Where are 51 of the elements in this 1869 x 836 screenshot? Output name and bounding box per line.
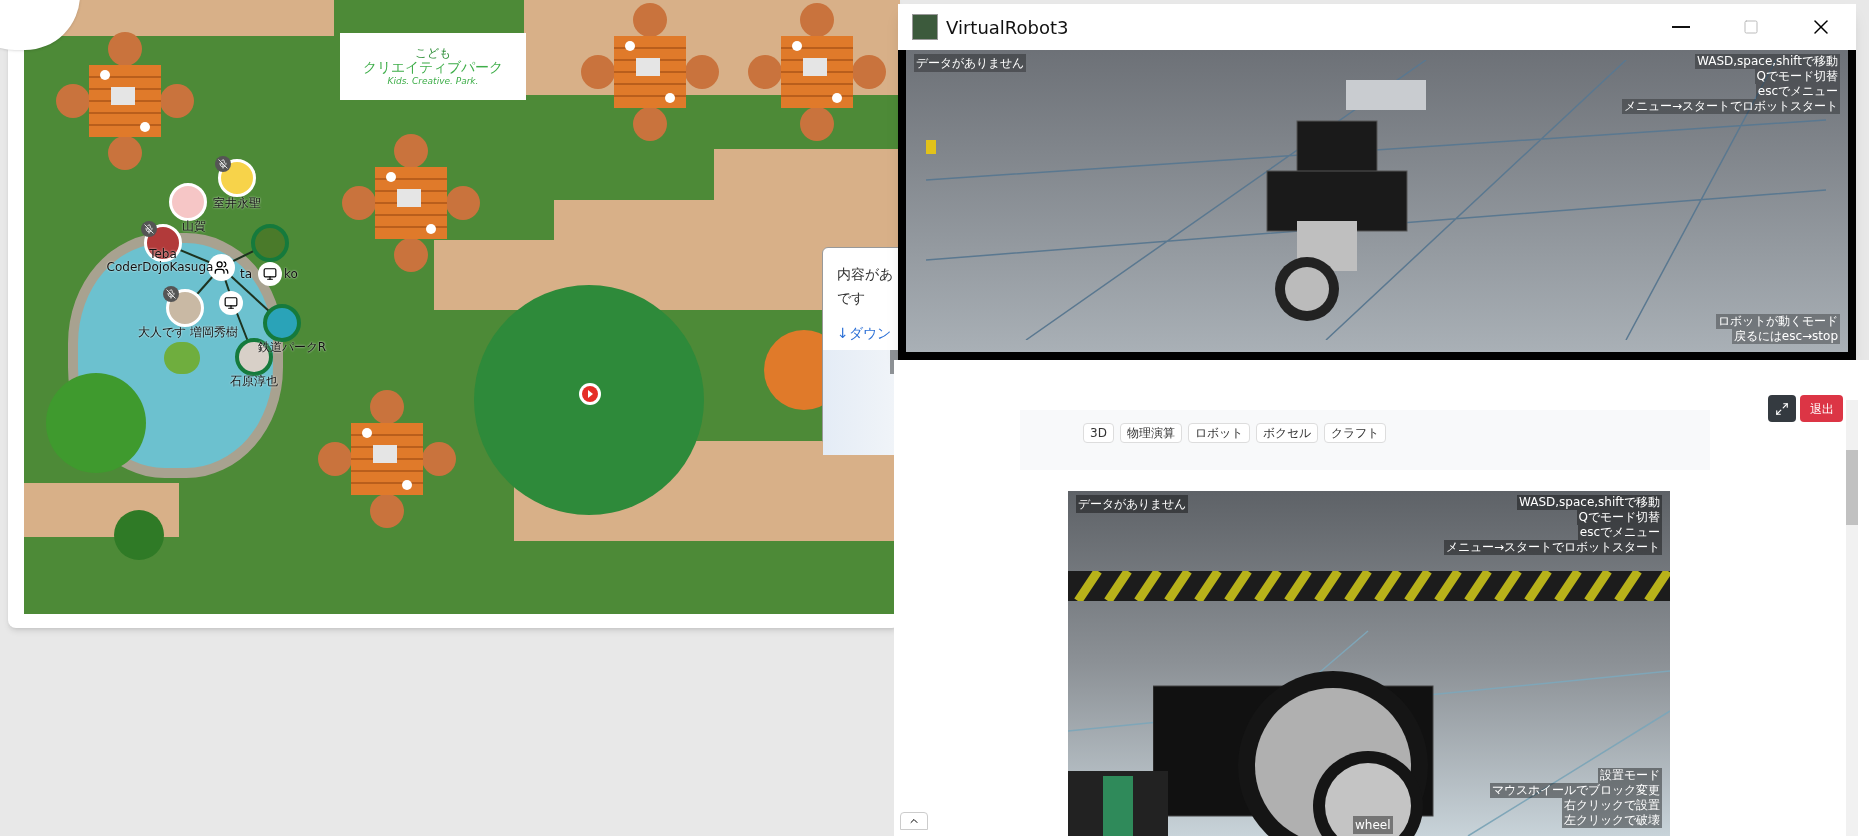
- download-link[interactable]: ↓ダウン: [837, 324, 891, 342]
- status-text: データがありません: [914, 54, 1026, 72]
- tag-button[interactable]: 物理演算: [1119, 423, 1182, 443]
- video-icon[interactable]: [579, 383, 601, 405]
- popup-text: 内容があ: [837, 265, 894, 284]
- help-text: メニュー→スタートでロボットスタート: [1621, 99, 1840, 114]
- help-text: Qでモード切替: [1754, 69, 1840, 84]
- mic-off-icon: [215, 156, 231, 172]
- minimize-icon: [1672, 26, 1690, 28]
- avatar-name: ko: [284, 268, 298, 280]
- expand-icon: [1775, 401, 1789, 416]
- game-view[interactable]: データがありません WASD,space,shiftで移動 Qでモード切替 escでメニュー メニュー→スタートでロボットスタート wheel 設置モード マウスホイールでブロック変更 右クリックで設置 左クリックで破壊: [1068, 491, 1670, 836]
- game-view[interactable]: データがありません WASD,space,shiftで移動 Qでモード切替 escでメニュー メニュー→スタートでロボットスタート ロボットが動くモード 戻るにはesc→stop: [906, 50, 1848, 352]
- mode-text: 左クリックで破壊: [1562, 813, 1662, 828]
- help-text: Qでモード切替: [1576, 510, 1662, 525]
- help-text: escでメニュー: [1755, 84, 1840, 99]
- mic-off-icon: [141, 221, 157, 237]
- avatar-name: 山賀: [182, 220, 206, 232]
- mode-text: ロボットが動くモード: [1716, 314, 1840, 329]
- tag-button[interactable]: クラフト: [1323, 423, 1386, 443]
- block-name-text: wheel: [1353, 816, 1393, 834]
- screen-share-icon[interactable]: [258, 262, 282, 286]
- tag-button[interactable]: ロボット: [1187, 423, 1250, 443]
- avatar-name: ta: [239, 268, 253, 280]
- app-icon: [912, 14, 938, 40]
- help-text: WASD,space,shiftで移動: [1516, 495, 1662, 510]
- mode-text: 右クリックで設置: [1562, 798, 1662, 813]
- help-text: escでメニュー: [1577, 525, 1662, 540]
- avatar-name: 石原淳也: [230, 375, 278, 387]
- avatar-name: 室井永聖: [213, 197, 261, 209]
- scroll-up-button[interactable]: [900, 812, 928, 830]
- status-text: データがありません: [1076, 495, 1188, 513]
- logo-text: こども: [415, 47, 451, 60]
- window-title: VirtualRobot3: [946, 15, 1069, 40]
- fullscreen-button[interactable]: [1768, 395, 1796, 422]
- popup-text: です: [837, 289, 866, 308]
- tag-button[interactable]: ボクセル: [1255, 423, 1318, 443]
- plant: [114, 510, 164, 560]
- mode-text: マウスホイールでブロック変更: [1490, 783, 1662, 798]
- mode-text: 戻るにはesc→stop: [1731, 329, 1840, 344]
- scrollbar[interactable]: [1846, 400, 1858, 836]
- avatar-name: 大人です 増岡秀樹: [138, 326, 238, 338]
- help-text: メニュー→スタートでロボットスタート: [1443, 540, 1662, 555]
- marker-block: [926, 140, 936, 154]
- logo-tagline: Kids. Creative. Park.: [387, 76, 479, 86]
- exit-button[interactable]: 退出: [1800, 395, 1843, 422]
- maximize-icon: [1743, 19, 1759, 35]
- mode-text: 設置モード: [1598, 768, 1662, 783]
- help-text: WASD,space,shiftで移動: [1694, 54, 1840, 69]
- logo-text: クリエイティブパーク: [363, 59, 503, 77]
- tag-button[interactable]: 3D: [1083, 423, 1114, 443]
